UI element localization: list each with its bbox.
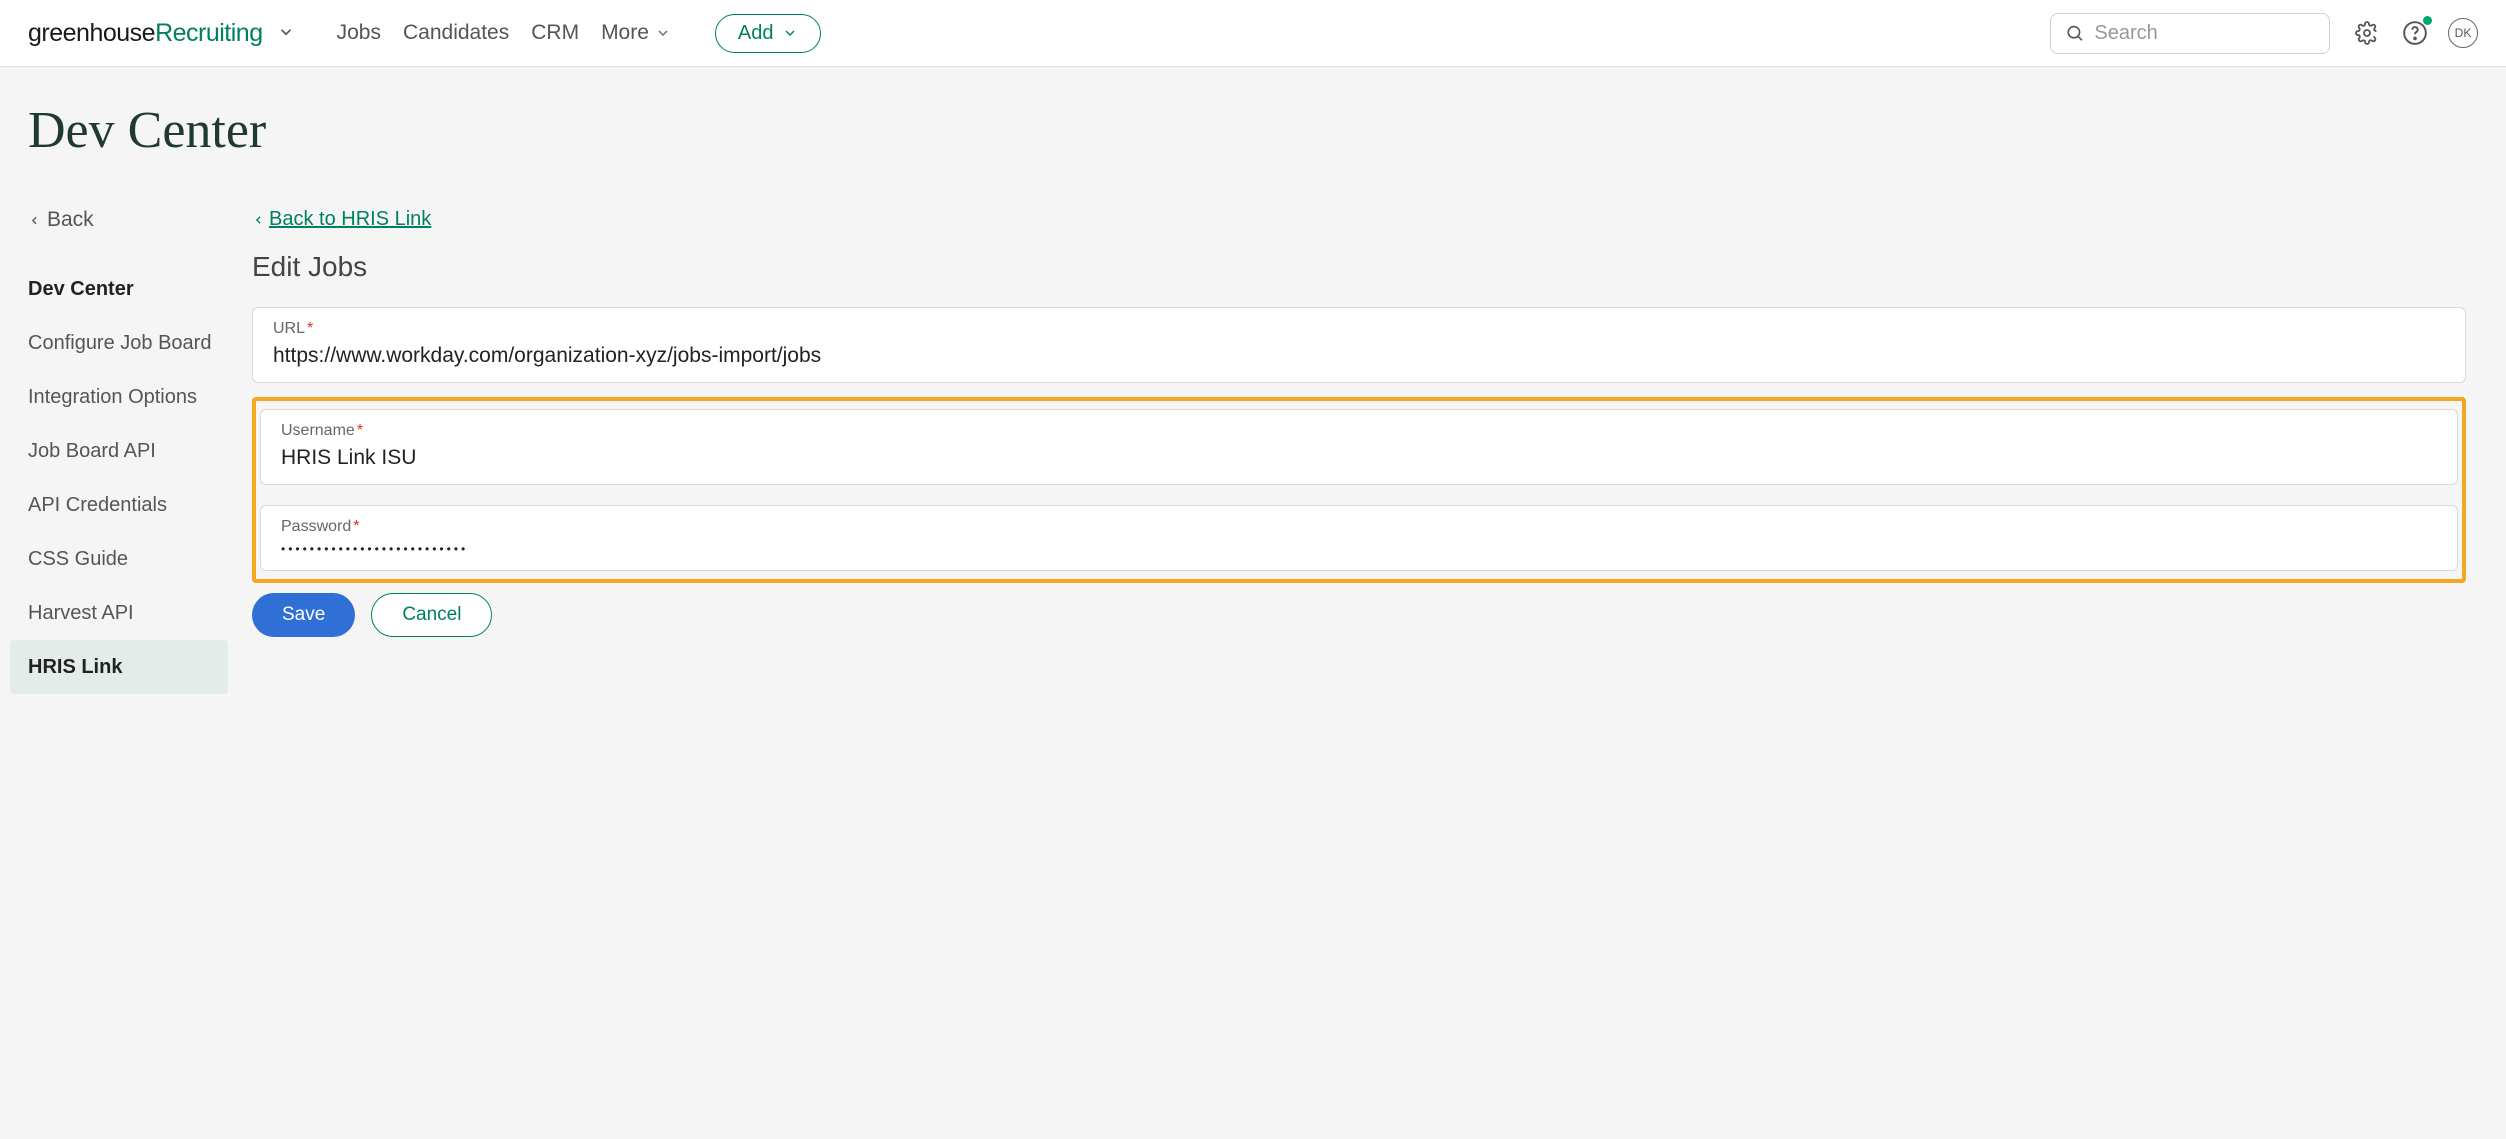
- page-title: Dev Center: [28, 101, 2506, 160]
- settings-button[interactable]: [2352, 18, 2382, 48]
- chevron-left-icon: [252, 212, 265, 228]
- nav-jobs[interactable]: Jobs: [337, 21, 381, 45]
- username-input[interactable]: [281, 446, 2437, 470]
- username-field-label: Username*: [281, 422, 2437, 440]
- search-box[interactable]: [2050, 13, 2330, 54]
- breadcrumb-back-label: Back to HRIS Link: [269, 208, 431, 231]
- avatar-initials: DK: [2455, 26, 2472, 40]
- add-button[interactable]: Add: [715, 14, 821, 53]
- form-actions: Save Cancel: [252, 593, 2466, 637]
- notification-dot-icon: [2423, 16, 2432, 25]
- sidebar-item-hris-link[interactable]: HRIS Link: [10, 640, 228, 694]
- credentials-highlight-box: Username* Password* ••••••••••••••••••••…: [252, 397, 2466, 583]
- search-input[interactable]: [2094, 22, 2315, 45]
- page-layout: Back Dev Center Configure Job Board Inte…: [0, 208, 2506, 694]
- main-content: Back to HRIS Link Edit Jobs URL* Usernam…: [252, 208, 2506, 694]
- required-asterisk: *: [307, 320, 313, 337]
- top-nav: greenhouse Recruiting Jobs Candidates CR…: [0, 0, 2506, 67]
- sidebar: Back Dev Center Configure Job Board Inte…: [0, 208, 252, 694]
- gear-icon: [2355, 21, 2379, 45]
- chevron-left-icon: [28, 214, 41, 227]
- sidebar-item-css-guide[interactable]: CSS Guide: [28, 532, 252, 586]
- sidebar-item-job-board-api[interactable]: Job Board API: [28, 424, 252, 478]
- chevron-down-icon[interactable]: [277, 23, 295, 41]
- save-button[interactable]: Save: [252, 593, 355, 637]
- sidebar-item-dev-center[interactable]: Dev Center: [28, 262, 252, 316]
- sidebar-item-configure-job-board[interactable]: Configure Job Board: [28, 316, 252, 370]
- password-field-container: Password* ••••••••••••••••••••••••••: [260, 505, 2458, 571]
- required-asterisk: *: [357, 422, 363, 439]
- chevron-down-icon: [782, 25, 798, 41]
- url-input[interactable]: [273, 344, 2445, 368]
- sidebar-item-api-credentials[interactable]: API Credentials: [28, 478, 252, 532]
- cancel-button[interactable]: Cancel: [371, 593, 492, 637]
- sidebar-item-harvest-api[interactable]: Harvest API: [28, 586, 252, 640]
- required-asterisk: *: [353, 518, 359, 535]
- breadcrumb-back-link[interactable]: Back to HRIS Link: [252, 208, 431, 231]
- header-icons: DK: [2352, 18, 2478, 48]
- add-button-label: Add: [738, 22, 774, 45]
- url-field-container: URL*: [252, 307, 2466, 383]
- password-field-label: Password*: [281, 518, 2437, 536]
- logo-word-1: greenhouse: [28, 19, 155, 48]
- search-icon: [2065, 22, 2084, 44]
- url-field-label: URL*: [273, 320, 2445, 338]
- username-field-container: Username*: [260, 409, 2458, 485]
- avatar[interactable]: DK: [2448, 18, 2478, 48]
- sidebar-item-integration-options[interactable]: Integration Options: [28, 370, 252, 424]
- nav-candidates[interactable]: Candidates: [403, 21, 509, 45]
- chevron-down-icon: [655, 25, 671, 41]
- logo-word-2: Recruiting: [155, 19, 263, 48]
- sidebar-back-label: Back: [47, 208, 94, 232]
- product-logo[interactable]: greenhouse Recruiting: [28, 19, 295, 48]
- help-button[interactable]: [2400, 18, 2430, 48]
- section-title: Edit Jobs: [252, 251, 2466, 283]
- nav-crm[interactable]: CRM: [531, 21, 579, 45]
- nav-more[interactable]: More: [601, 21, 671, 45]
- primary-nav: Jobs Candidates CRM More: [337, 21, 671, 45]
- nav-more-label: More: [601, 21, 649, 45]
- sidebar-back-link[interactable]: Back: [28, 208, 252, 232]
- password-input[interactable]: ••••••••••••••••••••••••••: [281, 542, 2437, 556]
